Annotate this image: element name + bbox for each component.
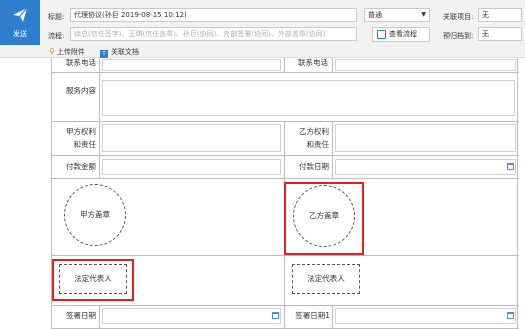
column-divider bbox=[99, 58, 100, 72]
flow-input[interactable]: 徐总(信任签字)、王琪(信任盖章)、孙巨(协同)、外部签署(协同)、外部盖章(协… bbox=[70, 27, 357, 41]
document-icon: T bbox=[100, 50, 108, 58]
priority-select[interactable]: 普通 ▼ bbox=[364, 8, 430, 22]
calendar-icon[interactable] bbox=[507, 312, 514, 319]
party-b-rights-label-line2: 和责任 bbox=[306, 140, 330, 149]
row-divider bbox=[52, 155, 519, 156]
payment-date-label: 付款日期 bbox=[299, 162, 329, 171]
party-b-rights-input[interactable] bbox=[335, 124, 516, 152]
payment-amount-input[interactable] bbox=[102, 159, 281, 175]
column-divider bbox=[332, 58, 333, 72]
row-divider bbox=[52, 178, 519, 179]
send-icon bbox=[13, 7, 28, 22]
sign-date-right-label: 签署日期1 bbox=[295, 311, 330, 320]
row-divider bbox=[52, 121, 519, 122]
calendar-icon[interactable] bbox=[272, 312, 279, 319]
party-a-seal[interactable]: 甲方盖章 bbox=[64, 184, 126, 246]
sign-date-left-input[interactable] bbox=[102, 308, 281, 324]
contact-phone-right-input[interactable] bbox=[335, 59, 516, 71]
party-a-rights-input[interactable] bbox=[102, 124, 281, 152]
column-divider bbox=[284, 58, 285, 72]
payment-date-input[interactable] bbox=[335, 159, 516, 175]
contact-phone-right-label: 联系电话 bbox=[298, 58, 328, 67]
related-project-input[interactable]: 无 bbox=[478, 8, 522, 22]
contact-phone-left-input[interactable] bbox=[102, 59, 281, 71]
legal-rep-right-box[interactable]: 法定代表人 bbox=[292, 264, 360, 294]
related-project-label: 关联项目: bbox=[443, 13, 474, 21]
party-a-rights-label-line1: 甲方权利 bbox=[66, 127, 96, 136]
send-label: 发送 bbox=[13, 30, 27, 38]
send-button[interactable]: 发送 bbox=[0, 0, 40, 45]
title-label: 标题: bbox=[48, 13, 65, 21]
upload-attachment-link[interactable]: ⚲ 上传附件 bbox=[49, 47, 85, 57]
legal-rep-left-highlight bbox=[52, 259, 134, 301]
paperclip-icon: ⚲ bbox=[49, 47, 55, 56]
view-flow-button[interactable]: 查看流程 bbox=[372, 27, 430, 42]
party-b-rights-label-line1: 乙方权利 bbox=[299, 127, 329, 136]
column-divider bbox=[99, 121, 100, 178]
related-document-link[interactable]: T 关联文档 bbox=[100, 47, 139, 58]
row-divider bbox=[52, 72, 519, 73]
column-divider bbox=[332, 305, 333, 328]
sign-date-right-input[interactable] bbox=[335, 308, 516, 324]
column-divider bbox=[284, 121, 285, 178]
title-input[interactable]: 代理协议(孙巨 2019-08-15 10:12) bbox=[70, 8, 357, 22]
calendar-icon[interactable] bbox=[507, 163, 514, 170]
dropdown-arrow-icon: ▼ bbox=[421, 11, 426, 18]
row-divider bbox=[52, 305, 519, 306]
contract-form: 联系电话 联系电话 服务内容 甲方权利 和责任 乙方权利 和责任 付款金额 付款… bbox=[51, 58, 519, 329]
contact-phone-left-label: 联系电话 bbox=[66, 58, 96, 67]
sign-date-left-label: 签署日期 bbox=[66, 311, 96, 320]
service-content-label: 服务内容 bbox=[66, 86, 96, 95]
flow-icon bbox=[377, 30, 386, 39]
party-b-seal-highlight bbox=[284, 182, 364, 255]
party-a-rights-label-line2: 和责任 bbox=[73, 140, 97, 149]
column-divider bbox=[99, 72, 100, 121]
flow-label: 流程: bbox=[48, 32, 65, 40]
column-divider bbox=[99, 305, 100, 328]
service-content-textarea[interactable] bbox=[102, 80, 515, 116]
payment-amount-label: 付款金额 bbox=[66, 162, 96, 171]
compose-toolbar: 发送 标题: 代理协议(孙巨 2019-08-15 10:12) 普通 ▼ 关联… bbox=[0, 0, 525, 58]
row-divider bbox=[52, 255, 519, 256]
archive-label: 预归档到: bbox=[443, 32, 474, 40]
column-divider bbox=[332, 121, 333, 178]
archive-input[interactable]: 无 bbox=[478, 27, 522, 41]
